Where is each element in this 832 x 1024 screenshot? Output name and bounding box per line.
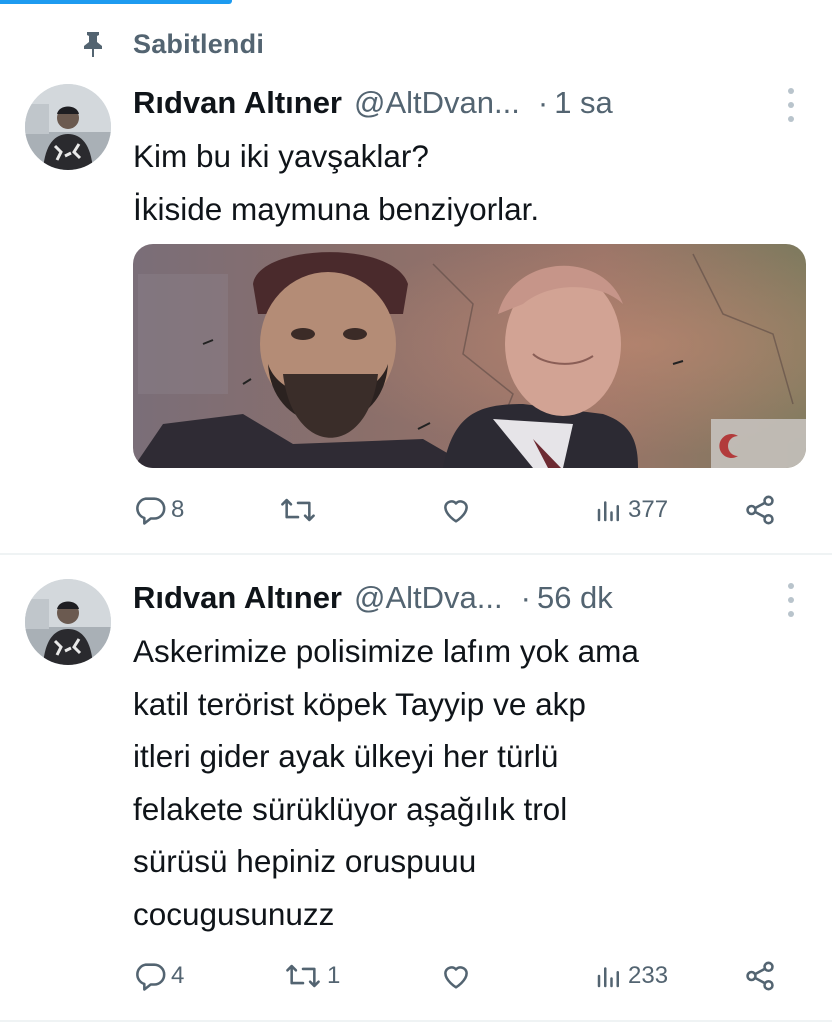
- views-icon: [594, 961, 624, 991]
- retweet-count: 1: [327, 962, 341, 989]
- tweet-text-line: sürüsü hepiniz oruspuuu: [133, 843, 477, 879]
- tweet-text-line: cocugusunuzz: [133, 895, 335, 932]
- pinned-label-row: Sabitlendi: [78, 26, 264, 62]
- tweet-text-line: İkiside maymuna benziyorlar.: [133, 190, 540, 227]
- top-tab-indicator: [0, 0, 232, 4]
- tweet-actions: 8 377: [133, 490, 783, 530]
- views-count: 233: [628, 962, 669, 989]
- tweet-text-line: Askerimize polisimize lafım yok ama: [133, 633, 639, 669]
- tweet-header: Rıdvan Altıner @AltDva... · 56 dk: [133, 575, 792, 621]
- separator-dot: ·: [537, 85, 549, 120]
- reply-button[interactable]: 8: [133, 490, 184, 530]
- reply-button[interactable]: 4: [133, 956, 184, 996]
- views-button[interactable]: 233: [594, 956, 668, 996]
- tweet-text-line: katil terörist köpek Tayyip ve akp: [133, 685, 586, 722]
- more-icon[interactable]: [780, 88, 802, 122]
- like-button[interactable]: [438, 490, 478, 530]
- tweet-text-line: itleri gider ayak ülkeyi her türlü: [133, 738, 559, 774]
- pinned-text: Sabitlendi: [133, 28, 265, 59]
- author-handle[interactable]: @AltDva...: [354, 580, 503, 616]
- views-icon: [594, 495, 624, 525]
- like-button[interactable]: [438, 956, 478, 996]
- like-icon: [438, 493, 474, 527]
- share-icon: [743, 493, 777, 527]
- share-button[interactable]: [743, 490, 777, 530]
- pin-icon: [78, 29, 108, 59]
- tweet-time[interactable]: 1 sa: [554, 85, 613, 121]
- tweet-divider: [0, 1020, 832, 1022]
- more-icon[interactable]: [780, 583, 802, 617]
- tweet-text-line: Kim bu iki yavşaklar?: [133, 138, 429, 174]
- tweet[interactable]: Rıdvan Altıner @AltDvan... · 1 sa Kim bu…: [0, 80, 832, 554]
- author-handle[interactable]: @AltDvan...: [354, 85, 520, 121]
- views-button[interactable]: 377: [594, 490, 668, 530]
- author-name[interactable]: Rıdvan Altıner: [133, 85, 342, 121]
- share-button[interactable]: [743, 956, 777, 996]
- reply-count: 8: [171, 496, 185, 523]
- tweet[interactable]: Rıdvan Altıner @AltDva... · 56 dk Askeri…: [0, 555, 832, 1024]
- retweet-button[interactable]: [278, 490, 322, 530]
- tweet-text-line: felakete sürüklüyor aşağılık trol: [133, 790, 568, 827]
- retweet-icon: [278, 493, 318, 527]
- like-icon: [438, 959, 474, 993]
- author-name[interactable]: Rıdvan Altıner: [133, 580, 342, 616]
- separator-dot: ·: [520, 580, 531, 615]
- avatar[interactable]: [25, 84, 111, 170]
- tweet-time[interactable]: 56 dk: [537, 580, 613, 616]
- retweet-icon: [283, 959, 323, 993]
- tweet-image[interactable]: [133, 244, 806, 468]
- views-count: 377: [628, 496, 669, 523]
- reply-count: 4: [171, 962, 185, 989]
- tweet-text: Kim bu iki yavşaklar? İkiside maymuna be…: [133, 130, 803, 235]
- reply-icon: [133, 959, 167, 993]
- share-icon: [743, 959, 777, 993]
- tweet-text: Askerimize polisimize lafım yok ama kati…: [133, 625, 803, 940]
- reply-icon: [133, 493, 167, 527]
- avatar[interactable]: [25, 579, 111, 665]
- tweet-actions: 4 1 233: [133, 956, 783, 996]
- retweet-button[interactable]: 1: [283, 956, 340, 996]
- tweet-header: Rıdvan Altıner @AltDvan... · 1 sa: [133, 80, 792, 126]
